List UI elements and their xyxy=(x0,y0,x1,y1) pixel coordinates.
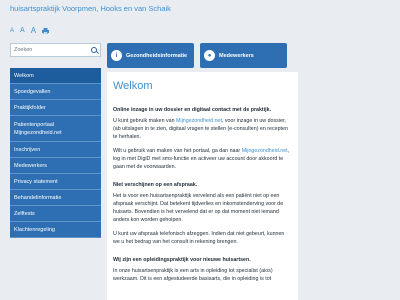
tile-staff[interactable]: ● Medewerkers xyxy=(200,43,287,68)
paragraph-portal: U kunt gebruik maken van Mijngezondheid.… xyxy=(113,117,292,141)
nav-item-patientenportaal-line1: Patientenportaal xyxy=(14,121,55,128)
nav-item-medewerkers[interactable]: Medewerkers xyxy=(10,158,101,174)
tile-health-info-label: Gezondheidsinformatie xyxy=(126,52,188,59)
nav-item-welkom[interactable]: Welkom xyxy=(10,68,101,84)
portal-link[interactable]: Mijngezondheid.net xyxy=(176,118,222,124)
main-content: Welkom Online inzage in uw dossier en di… xyxy=(107,72,298,300)
font-size-controls: A A A xyxy=(10,26,50,35)
paragraph-cancel: U kunt uw afspraak telefonisch afzeggen.… xyxy=(113,231,285,245)
nav-item-inschrijven[interactable]: Inschrijven xyxy=(10,142,101,158)
quick-tiles: i Gezondheidsinformatie ● Medewerkers xyxy=(107,43,287,68)
heading-no-show: Niet verschijnen op een afspraak. xyxy=(113,182,198,188)
paragraph-training: In onze huisartsenpraktijk is een arts i… xyxy=(113,268,273,282)
nav-item-privacy[interactable]: Privacy statement xyxy=(10,174,101,190)
paragraph-no-show: Het is voor een huisartsenpraktijk verve… xyxy=(113,193,284,223)
search-input[interactable]: Zoeken xyxy=(14,47,32,53)
nav-item-patientenportaal[interactable]: Patientenportaal Mijngezondheid.net xyxy=(10,116,101,142)
nav-item-behandelinformatie[interactable]: Behandelinformatie xyxy=(10,190,101,206)
page-title: Welkom xyxy=(113,80,153,92)
sidebar: Zoeken Welkom Spoedgevallen Praktijkfold… xyxy=(10,43,101,238)
info-icon: i xyxy=(111,50,122,61)
tile-staff-label: Medewerkers xyxy=(219,52,254,59)
font-size-large[interactable]: A xyxy=(31,26,36,35)
nav-item-praktijkfolder[interactable]: Praktijkfolder xyxy=(10,100,101,116)
nav-item-zelftests[interactable]: Zelftests xyxy=(10,206,101,222)
search-icon[interactable] xyxy=(91,47,97,53)
p1-start: U kunt gebruik maken van xyxy=(113,118,177,124)
paragraph-login: Wilt u gebruik van maken van het portaal… xyxy=(113,147,292,171)
tile-health-info[interactable]: i Gezondheidsinformatie xyxy=(107,43,194,68)
nav-item-patientenportaal-line2: Mijngezondheid.net xyxy=(14,129,62,136)
nav-item-klachtenregeling[interactable]: Klachtenregeling xyxy=(10,222,101,238)
font-size-medium[interactable]: A xyxy=(20,27,25,34)
search-box[interactable]: Zoeken xyxy=(10,43,101,57)
portal-link-2[interactable]: Mijngezondheid.net xyxy=(242,148,288,154)
print-icon[interactable] xyxy=(42,27,50,34)
people-icon: ● xyxy=(204,50,215,61)
site-title[interactable]: huisartspraktijk Voorpmen, Hooks en van … xyxy=(10,4,171,13)
heading-training: Wij zijn een opleidingspraktijk voor nie… xyxy=(113,257,251,263)
sidebar-nav: Welkom Spoedgevallen Praktijkfolder Pati… xyxy=(10,68,101,238)
font-size-small[interactable]: A xyxy=(10,28,14,34)
lead-text: Online inzage in uw dossier en digitaal … xyxy=(113,107,272,113)
p2-start: Wilt u gebruik van maken van het portaal… xyxy=(113,148,242,154)
nav-item-spoedgevallen[interactable]: Spoedgevallen xyxy=(10,84,101,100)
